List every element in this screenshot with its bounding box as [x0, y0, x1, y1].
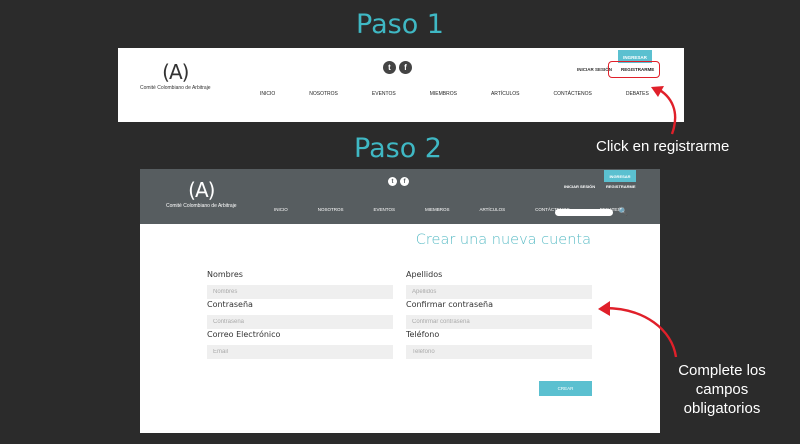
ingresar-button[interactable]: INGRESAR: [604, 170, 636, 182]
nombres-field: Nombres: [207, 270, 393, 299]
nav-item-miembros[interactable]: MIEMBROS: [430, 91, 457, 97]
callout-click-register: Click en registrarme: [596, 138, 730, 155]
crear-button[interactable]: CREAR: [539, 381, 592, 396]
step1-title: Paso 1: [356, 9, 444, 40]
telefono-input[interactable]: [406, 345, 592, 359]
contrasena-label: Contraseña: [207, 300, 253, 309]
correo-label: Correo Electrónico: [207, 330, 281, 339]
facebook-icon[interactable]: f: [399, 61, 412, 74]
logo-text: Comité Colombiano de Arbitraje: [140, 85, 211, 91]
callout-complete-fields: Complete los campos obligatorios: [678, 362, 766, 417]
register-link[interactable]: REGISTRARME: [606, 184, 636, 189]
main-nav: INICIO NOSOTROS EVENTOS MIEMBROS ARTÍCUL…: [260, 91, 683, 97]
apellidos-input[interactable]: [406, 285, 592, 299]
nav-item-eventos[interactable]: EVENTOS: [374, 207, 395, 212]
email-input[interactable]: [207, 345, 393, 359]
nav-item-inicio[interactable]: INICIO: [274, 207, 288, 212]
site-header: (A) Comité Colombiano de Arbitraje t f I…: [140, 169, 660, 224]
telefono-field: Teléfono: [406, 330, 592, 359]
nav-item-debates[interactable]: DEBATES: [626, 91, 649, 97]
nav-item-articulos[interactable]: ARTÍCULOS: [479, 207, 505, 212]
login-link[interactable]: INICIAR SESIÓN: [577, 67, 612, 72]
nav-item-nosotros[interactable]: NOSOTROS: [318, 207, 344, 212]
nombres-label: Nombres: [207, 270, 243, 279]
logo[interactable]: (A) Comité Colombiano de Arbitraje: [166, 178, 237, 209]
twitter-icon[interactable]: t: [388, 177, 397, 186]
login-link[interactable]: INICIAR SESIÓN: [564, 184, 595, 189]
facebook-icon[interactable]: f: [400, 177, 409, 186]
correo-field: Correo Electrónico: [207, 330, 393, 359]
logo-mark: (A): [188, 178, 215, 202]
confirmar-label: Confirmar contraseña: [406, 300, 494, 309]
apellidos-label: Apellidos: [406, 270, 443, 279]
logo-mark: (A): [162, 60, 189, 84]
confirmar-field: Confirmar contraseña: [406, 300, 592, 329]
twitter-icon[interactable]: t: [383, 61, 396, 74]
confirmar-input[interactable]: [406, 315, 592, 329]
step2-screenshot: (A) Comité Colombiano de Arbitraje t f I…: [140, 169, 660, 433]
search-input[interactable]: [555, 209, 613, 216]
nav-item-eventos[interactable]: EVENTOS: [372, 91, 396, 97]
nav-item-miembros[interactable]: MIEMBROS: [425, 207, 450, 212]
contrasena-input[interactable]: [207, 315, 393, 329]
apellidos-field: Apellidos: [406, 270, 592, 299]
nav-item-contactenos[interactable]: CONTÁCTENOS: [553, 91, 591, 97]
search-icon[interactable]: 🔍: [618, 207, 628, 216]
nav-item-articulos[interactable]: ARTÍCULOS: [491, 91, 520, 97]
social-links: t f: [383, 61, 412, 74]
register-highlight: [608, 61, 660, 78]
nav-item-inicio[interactable]: INICIO: [260, 91, 275, 97]
step1-screenshot: (A) Comité Colombiano de Arbitraje t f I…: [118, 48, 684, 122]
logo-text: Comité Colombiano de Arbitraje: [166, 203, 237, 209]
contrasena-field: Contraseña: [207, 300, 393, 329]
nombres-input[interactable]: [207, 285, 393, 299]
logo[interactable]: (A) Comité Colombiano de Arbitraje: [140, 60, 211, 91]
step2-title: Paso 2: [354, 133, 442, 164]
social-links: t f: [388, 177, 409, 186]
form-title: Crear una nueva cuenta: [415, 232, 591, 248]
nav-item-nosotros[interactable]: NOSOTROS: [309, 91, 338, 97]
telefono-label: Teléfono: [406, 330, 440, 339]
